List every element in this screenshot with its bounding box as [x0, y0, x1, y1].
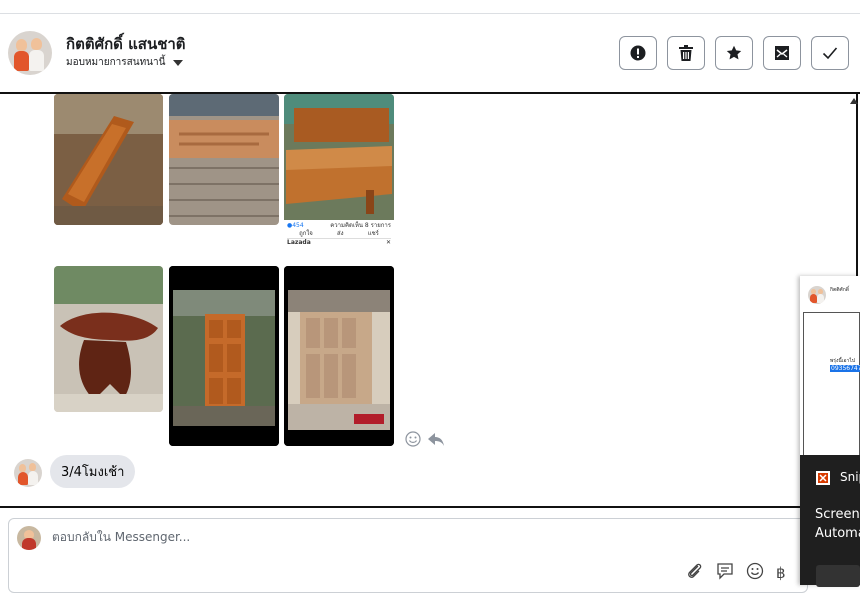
trash-icon [679, 45, 693, 61]
report-button[interactable] [619, 36, 657, 70]
caret-down-icon [173, 59, 184, 66]
snip-avatar [808, 286, 826, 304]
share-action: แชร์ [367, 230, 379, 237]
page-avatar [17, 526, 41, 550]
like-action: ถูกใจ [299, 230, 313, 237]
snip-text-2: Automa [815, 526, 860, 541]
envelope-icon [775, 46, 789, 60]
star-button[interactable] [715, 36, 753, 70]
assign-label: มอบหมายการสนทนานี้ [66, 57, 166, 68]
attach-icon[interactable] [686, 562, 704, 584]
snip-app-icon [816, 470, 830, 489]
exclamation-icon [630, 45, 646, 61]
sender-avatar[interactable] [14, 459, 42, 487]
scroll-up-arrow[interactable] [850, 98, 858, 104]
header-actions [619, 36, 849, 70]
snip-action-button[interactable] [816, 565, 860, 587]
door-screenshot[interactable] [169, 266, 279, 446]
message-bubble[interactable]: 3/4โมงเช้า [50, 455, 136, 488]
wardrobe-screenshot[interactable] [284, 266, 394, 446]
wood-door-photo[interactable] [54, 94, 163, 225]
message-thread[interactable]: ●454 ความคิดเห็น 8 รายการ ถูกใจ ส่ง แชร์ La… [0, 94, 858, 506]
root-table-photo[interactable] [54, 266, 163, 412]
conversation-header: กิตติศักดิ์ แสนชาติ มอบหมายการสนทนานี้ [0, 14, 860, 94]
star-icon [726, 45, 742, 60]
close-icon: ✕ [385, 239, 391, 246]
emoji-icon[interactable] [746, 562, 764, 584]
send-action: ส่ง [336, 230, 344, 237]
react-icon[interactable] [405, 431, 421, 451]
bed-frame-screenshot[interactable]: ●454 ความคิดเห็น 8 รายการ ถูกใจ ส่ง แชร์ La… [284, 94, 394, 260]
contact-name: กิตติศักดิ์ แสนชาติ [66, 35, 186, 53]
top-strip [0, 0, 860, 14]
check-icon [822, 47, 838, 60]
composer-toolbar: ฿ [686, 562, 786, 584]
likes-count: ●454 [287, 222, 304, 229]
reply-icon[interactable] [428, 432, 444, 451]
assign-conversation-dropdown[interactable]: มอบหมายการสนทนานี้ [66, 55, 184, 70]
snip-number: 093567479 [830, 365, 860, 372]
lazada-label: Lazada [287, 239, 311, 246]
comments-count: ความคิดเห็น 8 รายการ [330, 222, 391, 229]
carved-sign-photo[interactable] [169, 94, 279, 225]
snip-message: พรุ่งนี้เอาไป [830, 358, 856, 364]
delete-button[interactable] [667, 36, 705, 70]
baht-icon[interactable]: ฿ [776, 564, 786, 582]
snip-title: Snip [840, 470, 860, 484]
contact-avatar[interactable] [8, 31, 52, 75]
done-button[interactable] [811, 36, 849, 70]
snip-contact-name: กิตติศักดิ์ [830, 287, 849, 293]
snip-text-1: Screens [815, 507, 860, 522]
reply-input[interactable]: ตอบกลับใน Messenger... [52, 528, 190, 547]
saved-reply-icon[interactable] [716, 562, 734, 584]
mark-unread-button[interactable] [763, 36, 801, 70]
snip-preview: พรุ่งนี้เอาไป 093567479 [803, 312, 860, 456]
